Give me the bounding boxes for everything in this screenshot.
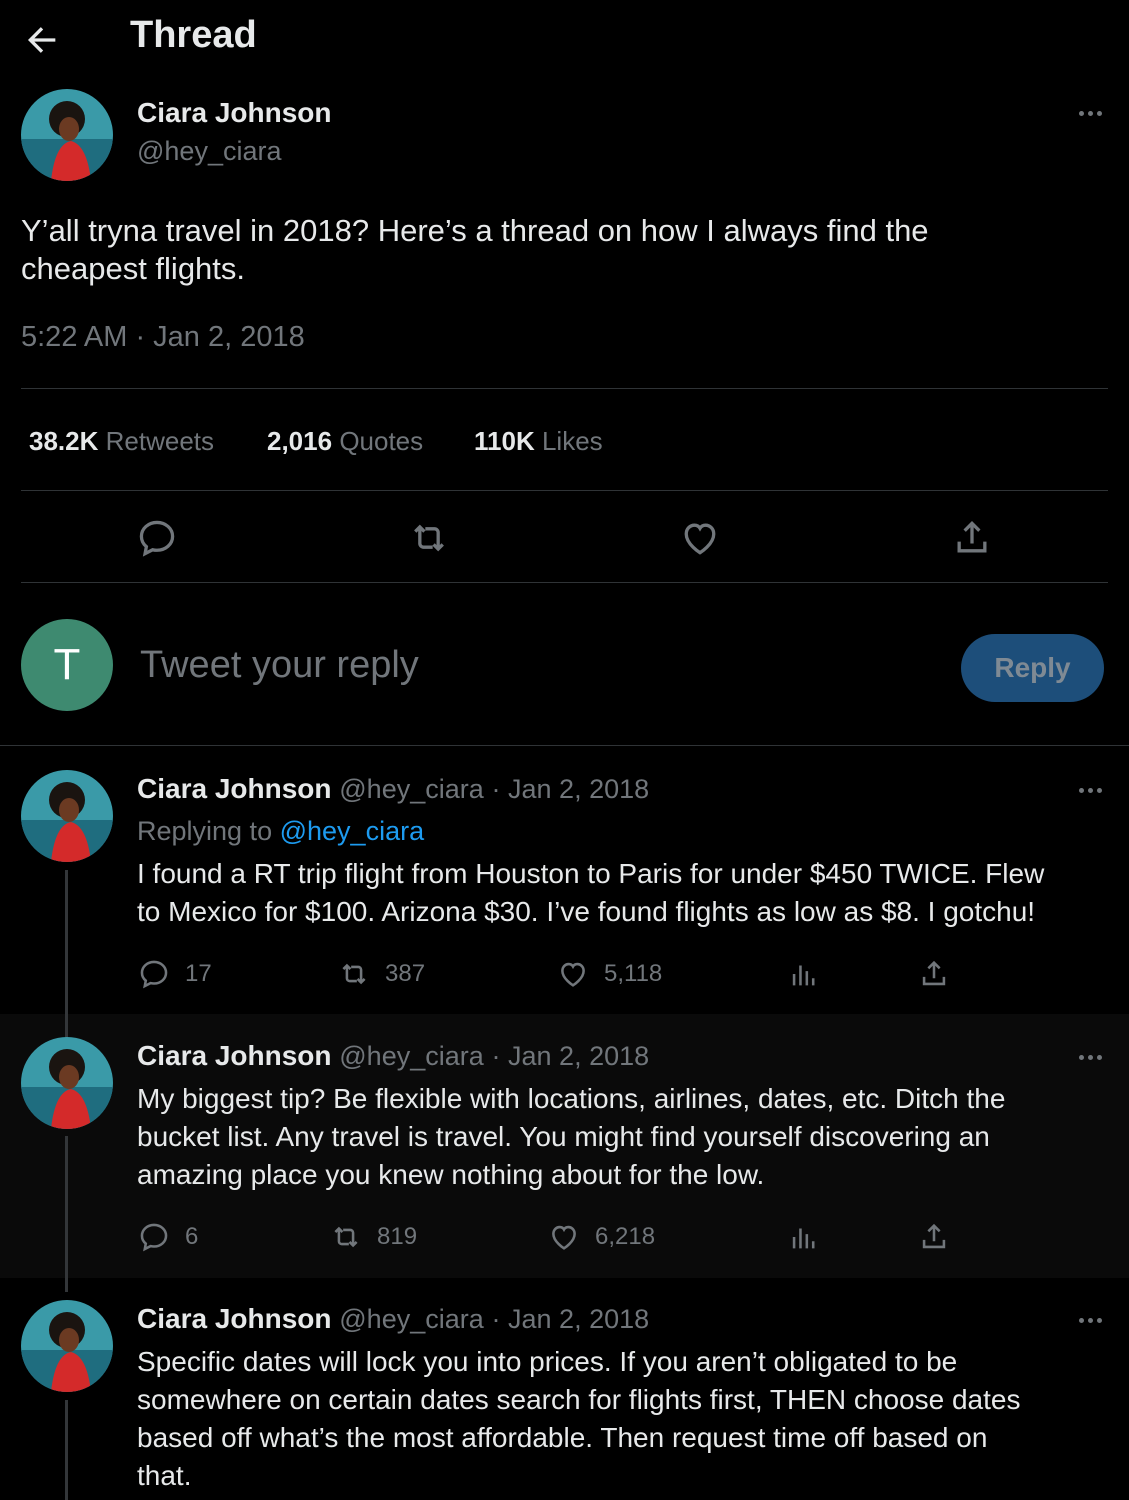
quotes-count: 2,016	[267, 426, 333, 456]
reply-header: Ciara Johnson @hey_ciara · Jan 2, 2018	[137, 1303, 649, 1335]
like-action[interactable]: 6,218	[547, 1220, 655, 1254]
divider	[21, 388, 1108, 389]
retweets-label: Retweets	[105, 426, 215, 456]
retweets-count: 38.2K	[29, 426, 99, 456]
share-icon[interactable]	[950, 516, 994, 560]
author-handle[interactable]: @hey_ciara	[339, 1041, 483, 1071]
reply-text-line: that.	[137, 1460, 192, 1491]
analytics-icon[interactable]	[787, 957, 821, 991]
avatar[interactable]	[21, 89, 113, 181]
share-icon[interactable]	[917, 1220, 951, 1254]
comment-icon	[140, 1223, 168, 1252]
share-icon[interactable]	[917, 957, 951, 991]
author-handle[interactable]: @hey_ciara	[137, 136, 281, 167]
retweet-count: 819	[377, 1223, 418, 1250]
reply-text: Specific dates will lock you into prices…	[137, 1343, 1117, 1495]
reply-text-line: I found a RT trip flight from Houston to…	[137, 858, 1045, 889]
header-bar: Thread	[0, 0, 1129, 80]
reply-text-line: My biggest tip? Be flexible with locatio…	[137, 1083, 1006, 1114]
author-handle[interactable]: @hey_ciara	[339, 774, 483, 804]
reply-button[interactable]: Reply	[961, 634, 1104, 702]
tweet-timestamp[interactable]: 5:22 AM · Jan 2, 2018	[21, 321, 305, 354]
like-action[interactable]: 5,118	[556, 957, 662, 991]
reply-date[interactable]: · Jan 2, 2018	[492, 774, 650, 804]
retweet-icon	[342, 963, 366, 985]
reply-text-line: bucket list. Any travel is travel. You m…	[137, 1121, 990, 1152]
retweet-icon	[334, 1226, 358, 1248]
more-options-icon[interactable]	[1072, 1047, 1108, 1067]
heart-icon	[561, 962, 585, 987]
avatar-photo	[21, 770, 113, 862]
reply-date[interactable]: · Jan 2, 2018	[492, 1041, 650, 1071]
page-title: Thread	[130, 14, 257, 56]
reply-text-line: Specific dates will lock you into prices…	[137, 1346, 958, 1377]
retweet-count: 387	[385, 960, 426, 987]
reply-text-line: based off what’s the most affordable. Th…	[137, 1422, 988, 1453]
reply-header: Ciara Johnson @hey_ciara · Jan 2, 2018	[137, 773, 649, 805]
divider	[21, 490, 1108, 491]
author-name[interactable]: Ciara Johnson	[137, 773, 331, 804]
quotes-stat[interactable]: 2,016 Quotes	[267, 426, 423, 457]
reply-action[interactable]: 6	[137, 1220, 198, 1254]
author-name[interactable]: Ciara Johnson	[137, 1303, 331, 1334]
current-user-avatar[interactable]: T	[21, 619, 113, 711]
tweet-text: Y’all tryna travel in 2018? Here’s a thr…	[21, 213, 929, 286]
thread-connector	[65, 1400, 68, 1500]
comment-icon	[140, 960, 168, 989]
reply-text-line: to Mexico for $100. Arizona $30. I’ve fo…	[137, 896, 1036, 927]
author-handle[interactable]: @hey_ciara	[339, 1304, 483, 1334]
likes-count: 110K	[474, 426, 535, 456]
retweets-stat[interactable]: 38.2K Retweets	[29, 426, 214, 457]
retweet-action[interactable]: 387	[337, 957, 425, 991]
mention-link[interactable]: @hey_ciara	[280, 816, 424, 846]
reply-text-line: amazing place you knew nothing about for…	[137, 1159, 765, 1190]
reply-text-line: somewhere on certain dates search for fl…	[137, 1384, 1021, 1415]
likes-label: Likes	[541, 426, 603, 456]
replying-prefix: Replying to	[137, 816, 273, 846]
like-count: 6,218	[595, 1223, 656, 1250]
like-count: 5,118	[604, 960, 663, 987]
retweet-action[interactable]: 819	[329, 1220, 417, 1254]
reply-text: My biggest tip? Be flexible with locatio…	[137, 1080, 1117, 1194]
comment-icon[interactable]	[135, 516, 179, 560]
avatar-photo	[21, 89, 113, 181]
more-options-icon[interactable]	[1072, 780, 1108, 800]
reply-header: Ciara Johnson @hey_ciara · Jan 2, 2018	[137, 1040, 649, 1072]
analytics-icon[interactable]	[787, 1220, 821, 1254]
thread-connector	[65, 870, 68, 1028]
reply-action[interactable]: 17	[137, 957, 212, 991]
avatar[interactable]	[21, 1300, 113, 1392]
avatar-photo	[21, 1300, 113, 1392]
reply-count: 6	[185, 1223, 199, 1250]
thread-connector	[65, 1136, 68, 1292]
heart-icon	[552, 1225, 576, 1250]
quotes-label: Quotes	[339, 426, 424, 456]
retweet-icon[interactable]	[407, 516, 451, 560]
back-arrow-icon[interactable]	[22, 20, 62, 60]
avatar[interactable]	[21, 770, 113, 862]
author-name[interactable]: Ciara Johnson	[137, 97, 331, 129]
divider	[21, 582, 1108, 583]
heart-icon[interactable]	[678, 516, 722, 560]
avatar[interactable]	[21, 1037, 113, 1129]
reply-count: 17	[185, 960, 212, 987]
reply-input[interactable]: Tweet your reply	[140, 644, 920, 694]
reply-text: I found a RT trip flight from Houston to…	[137, 855, 1117, 931]
replying-to: Replying to @hey_ciara	[137, 816, 424, 847]
author-name[interactable]: Ciara Johnson	[137, 1040, 331, 1071]
avatar-photo	[21, 1037, 113, 1129]
more-options-icon[interactable]	[1072, 103, 1108, 123]
likes-stat[interactable]: 110K Likes	[474, 426, 603, 457]
reply-date[interactable]: · Jan 2, 2018	[492, 1304, 650, 1334]
more-options-icon[interactable]	[1072, 1310, 1108, 1330]
